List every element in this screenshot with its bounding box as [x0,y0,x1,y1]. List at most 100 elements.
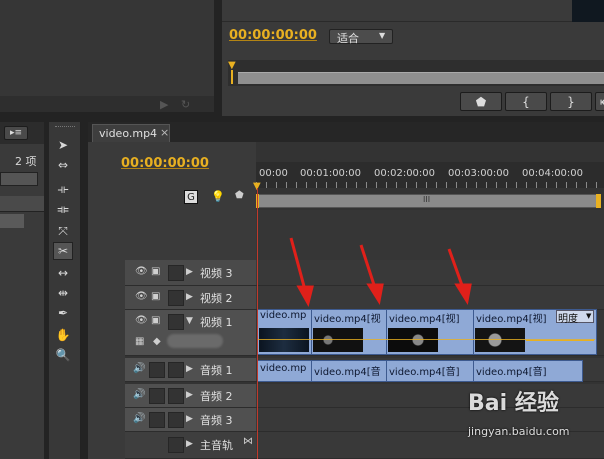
sync-lock-toggle[interactable] [149,412,165,428]
eye-icon[interactable]: 👁 [135,291,148,302]
selection-tool-icon[interactable]: ➤ [53,136,73,154]
audio-clip[interactable]: video.mp4[音] [386,360,475,382]
clip-label: video.mp4[视 [314,314,381,325]
lock-toggle[interactable] [168,437,184,453]
expand-icon[interactable]: ▶ [186,267,193,277]
video-clip[interactable]: video.mp4[视] 明度 ▼ [473,309,597,355]
camera-icon[interactable]: ▣ [151,315,160,326]
marker-icon: ⬟ [475,94,487,109]
camera-icon[interactable]: ▣ [151,266,160,277]
display-style-icon[interactable]: ▦ [135,336,144,347]
speaker-icon[interactable]: 🔊 [133,389,145,400]
expand-icon[interactable]: ▶ [186,414,193,424]
timeline-timecode[interactable]: 00:00:00:00 [121,156,209,171]
track-header-video-3[interactable]: 👁 ▣ ▶ 视频 3 [125,260,256,286]
eye-icon[interactable]: 👁 [135,315,148,326]
program-timecode[interactable]: 00:00:00:00 [229,28,317,43]
clip-label: video.mp4[视] [476,314,547,325]
razor-tool-icon[interactable]: ✂ [53,242,73,260]
video-clip[interactable]: video.mp4[视] [386,309,475,355]
ripple-edit-tool-icon[interactable]: ⟛ [53,180,73,198]
tools-grip [55,126,75,130]
video-clip[interactable]: video.mp [257,309,313,355]
project-search-input[interactable] [0,172,38,186]
keyframe-lightbulb-icon[interactable]: 💡 [211,190,225,203]
timeline-playhead-line[interactable] [257,188,258,459]
program-monitor-panel: 00:00:00:00 适合 ▼ ▼ ⬟ { } ⇤ [222,0,604,116]
track-header-video-1[interactable]: 👁 ▣ ▼ 视频 3 视频 1 ▦ ◆ [125,310,256,356]
sequence-tab-label: video.mp4 [99,127,158,140]
go-to-in-button[interactable]: ⇤ [595,92,604,111]
snap-icon[interactable]: G [184,190,198,204]
clip-thumbnail [259,328,309,352]
sync-lock-toggle[interactable] [149,362,165,378]
lock-toggle[interactable] [168,412,184,428]
project-item-count: 2 项 [15,155,37,168]
audio-clip[interactable]: video.mp [257,360,313,382]
track-header-left-strip [88,260,125,459]
lock-toggle[interactable] [168,290,184,306]
zoom-tool-icon[interactable]: 🔍 [53,346,73,364]
slip-tool-icon[interactable]: ↔ [53,264,73,282]
clip-thumbnail [475,328,525,352]
rate-stretch-tool-icon[interactable]: ⤧ [53,222,73,240]
clip-label: video.mp4[音 [314,367,381,378]
add-marker-icon[interactable]: ⬟ [235,190,244,201]
work-area-end[interactable] [596,194,601,208]
watermark-brand: Bai 经验 [468,391,559,416]
track-header-master[interactable]: ▶ 主音轨 ⋈ [125,432,256,459]
ruler-label: 00:03:00:00 [448,168,510,179]
project-list-item[interactable] [0,214,24,228]
audio-clip[interactable]: video.mp4[音] [473,360,583,382]
chevron-down-icon: ▼ [379,31,386,40]
rolling-edit-tool-icon[interactable]: ⟚ [53,200,73,218]
track-select-tool-icon[interactable]: ⇔ [53,156,73,174]
track-header-audio-3[interactable]: 🔊 ▶ 音频 3 [125,408,256,432]
work-area-bar[interactable]: III [256,194,598,208]
sync-lock-toggle[interactable] [149,388,165,404]
audio-clip[interactable]: video.mp4[音 [311,360,388,382]
source-export-frame-icon[interactable]: ▶ [160,98,168,111]
add-marker-button[interactable]: ⬟ [460,92,502,111]
panel-menu-icon: ▸≡ [9,128,23,138]
project-panel: ▸≡ 2 项 [0,122,44,459]
source-overlay-icon[interactable]: ↻ [181,98,190,111]
mark-out-button[interactable]: } [550,92,592,111]
keyframe-icon[interactable]: ◆ [153,336,161,347]
lock-toggle[interactable] [168,388,184,404]
track-header-audio-2[interactable]: 🔊 ▶ 音频 2 [125,384,256,408]
expand-icon[interactable]: ▶ [186,390,193,400]
expand-icon[interactable]: ▶ [186,439,193,449]
slide-tool-icon[interactable]: ⇹ [53,284,73,302]
program-scrub-bar[interactable]: ▼ [228,60,604,86]
work-area-grip: III [423,195,431,204]
hand-tool-icon[interactable]: ✋ [53,326,73,344]
video-clip[interactable]: video.mp4[视 [311,309,388,355]
mark-in-button[interactable]: { [505,92,547,111]
sequence-tab[interactable]: video.mp4 × [92,124,170,142]
track-video-2[interactable] [256,286,604,310]
close-icon[interactable]: × [160,126,169,139]
track-video-3[interactable] [256,260,604,286]
go-to-in-icon: ⇤ [600,95,604,109]
program-scrub-track [238,72,604,84]
expand-icon[interactable]: ▶ [186,364,193,374]
watermark-url: jingyan.baidu.com [468,425,570,438]
expand-icon[interactable]: ▶ [186,292,193,302]
speaker-icon[interactable]: 🔊 [133,413,145,424]
effect-dropdown[interactable]: 明度 ▼ [556,310,594,325]
lock-toggle[interactable] [168,362,184,378]
eye-icon[interactable]: 👁 [135,266,148,277]
track-header-audio-1[interactable]: 🔊 ▶ 音频 1 [125,358,256,382]
lock-toggle[interactable] [168,314,184,330]
collapse-icon[interactable]: ▼ [186,316,193,326]
lock-toggle[interactable] [168,265,184,281]
camera-icon[interactable]: ▣ [151,291,160,302]
panel-menu-button[interactable]: ▸≡ [4,126,28,140]
clip-label: video.mp [260,363,307,374]
fit-dropdown[interactable]: 适合 ▼ [329,29,393,45]
speaker-icon[interactable]: 🔊 [133,363,145,374]
pen-tool-icon[interactable]: ✒ [53,304,73,322]
track-header-video-2[interactable]: 👁 ▣ ▶ 视频 2 [125,286,256,310]
master-audio-icon: ⋈ [243,436,253,447]
